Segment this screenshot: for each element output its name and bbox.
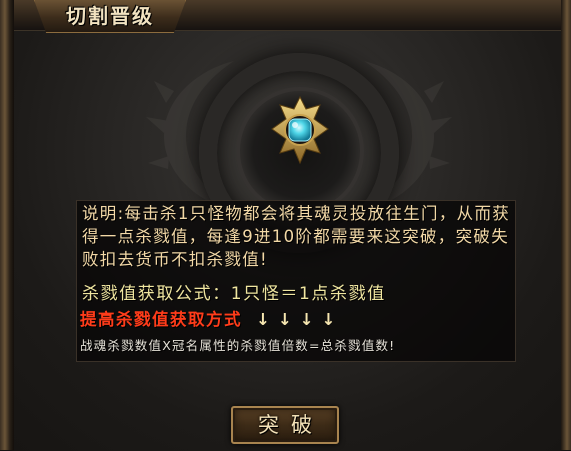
down-arrows-icon: ↓↓↓↓ bbox=[256, 310, 344, 329]
window-title: 切割晋级 bbox=[66, 4, 154, 28]
method-row: 提高杀戮值获取方式 ↓↓↓↓ bbox=[80, 308, 500, 332]
breakthrough-button-label: 突破 bbox=[258, 413, 324, 437]
note-text: 战魂杀戮数值X冠名属性的杀戮值倍数=总杀戮值数! bbox=[80, 338, 396, 353]
breakthrough-button[interactable]: 突破 bbox=[231, 406, 339, 444]
frame-right-border bbox=[561, 0, 571, 450]
formula-text: 杀戮值获取公式：1只怪＝1点杀戮值 bbox=[82, 284, 386, 304]
method-link[interactable]: 提高杀戮值获取方式 bbox=[80, 310, 242, 329]
gem-emblem-icon bbox=[271, 95, 329, 165]
description-text: 说明:每击杀1只怪物都会将其魂灵投放往生门，从而获得一点杀戮值，每逢9进10阶都… bbox=[82, 204, 511, 269]
frame-left-border bbox=[0, 0, 14, 450]
